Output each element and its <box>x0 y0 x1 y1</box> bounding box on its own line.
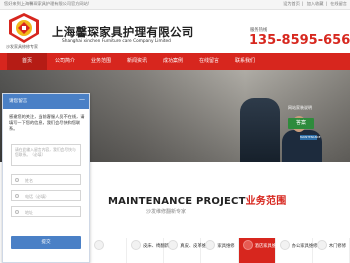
service-item[interactable]: 家具维修 <box>201 238 239 263</box>
banner-name-tag: MAINTENANCE <box>300 135 321 140</box>
minimize-icon[interactable]: — <box>79 96 85 103</box>
door-icon <box>316 240 327 250</box>
service-item[interactable]: 办公家具维修 <box>276 238 317 263</box>
set-homepage-link[interactable]: 设为首页 <box>283 1 300 6</box>
widget-header[interactable]: 请您留言 — <box>3 94 89 109</box>
welcome-text: 您好来到上海馨琛家具护理有限公司官方网站! <box>4 1 90 6</box>
company-name-cn: 上海馨琛家具护理有限公司 <box>52 25 194 39</box>
main-nav: 首页 公司简介 业务范围 新闻资讯 成功案例 在线留言 联系我们 <box>0 53 350 70</box>
company-name-en: Shanghai xinchen Furniture care Company … <box>62 39 171 44</box>
address-field[interactable]: 地址 <box>11 206 81 217</box>
page: 您好来到上海馨琛家具护理有限公司官方网站! 设为首页 | 加入收藏 | 在线留言 沙… <box>0 0 350 263</box>
bed-icon <box>131 240 142 250</box>
nav-item-services[interactable]: 业务范围 <box>83 53 119 70</box>
submit-button[interactable]: 提交 <box>11 236 81 249</box>
message-textarea[interactable]: 请在此输入留言内容，我们会尽快与您联系。（必填） <box>11 144 81 166</box>
site-header: 沙发家具修修专家 上海馨琛家具护理有限公司 Shanghai xinchen F… <box>0 10 350 53</box>
top-bar: 您好来到上海馨琛家具护理有限公司官方网站! 设为首页 | 加入收藏 | 在线留言 <box>0 0 350 10</box>
hotel-icon <box>242 240 253 250</box>
logo-caption: 沙发家具修修专家 <box>6 44 38 49</box>
message-widget: 请您留言 — 感谢您的关注，当前客服人员不在线，请填写一下您的信息，我们会尽快和… <box>2 93 90 263</box>
service-icon <box>94 240 104 250</box>
nav-item-contact[interactable]: 联系我们 <box>227 53 263 70</box>
hotline-number: 135-8595-6565 <box>249 33 350 48</box>
service-item-highlighted[interactable]: 酒店家具维修 <box>238 238 280 263</box>
add-favorite-link[interactable]: 加入收藏 <box>307 1 324 6</box>
user-icon <box>15 178 19 182</box>
online-message-link[interactable]: 在线留言 <box>330 1 347 6</box>
banner-sign-button: 答案 <box>288 118 314 129</box>
section-title-cn: 业务范围 <box>245 196 287 207</box>
top-links: 设为首页 | 加入收藏 | 在线留言 <box>283 1 347 6</box>
company-logo[interactable] <box>6 12 42 44</box>
service-item[interactable]: 木门修修 <box>313 238 350 263</box>
services-row: 皮床、椅翻新 真皮、皮革维修 家具维修 酒店家具维修 办公家具维修 木门修修 <box>90 238 350 263</box>
service-item[interactable]: 真皮、皮革维修 <box>164 238 210 263</box>
section-subtitle: 沙发维修翻新专家 <box>146 209 187 215</box>
nav-item-cases[interactable]: 成功案例 <box>155 53 191 70</box>
section-title-en: MAINTENANCE PROJECT <box>108 196 246 207</box>
service-item[interactable] <box>90 238 128 263</box>
widget-title: 请您留言 <box>9 99 28 104</box>
banner-sign-title: 网站家装说明 <box>288 105 312 110</box>
phone-field[interactable]: 电话（必填） <box>11 190 81 201</box>
section-title: MAINTENANCE PROJECT业务范围 <box>108 192 286 207</box>
leather-icon <box>168 240 179 250</box>
banner-person-silhouette <box>240 98 280 162</box>
office-icon <box>279 240 290 250</box>
name-field[interactable]: 姓名 <box>11 174 81 185</box>
phone-icon <box>15 194 19 198</box>
nav-item-message[interactable]: 在线留言 <box>191 53 227 70</box>
service-item[interactable]: 皮床、椅翻新 <box>127 238 169 263</box>
nav-item-about[interactable]: 公司简介 <box>47 53 83 70</box>
furniture-icon <box>205 240 216 250</box>
location-icon <box>15 210 19 214</box>
widget-intro: 感谢您的关注，当前客服人员不在线，请填写一下您的信息，我们会尽快和您联系。 <box>9 114 85 131</box>
nav-item-home[interactable]: 首页 <box>7 53 47 70</box>
nav-item-news[interactable]: 新闻资讯 <box>119 53 155 70</box>
